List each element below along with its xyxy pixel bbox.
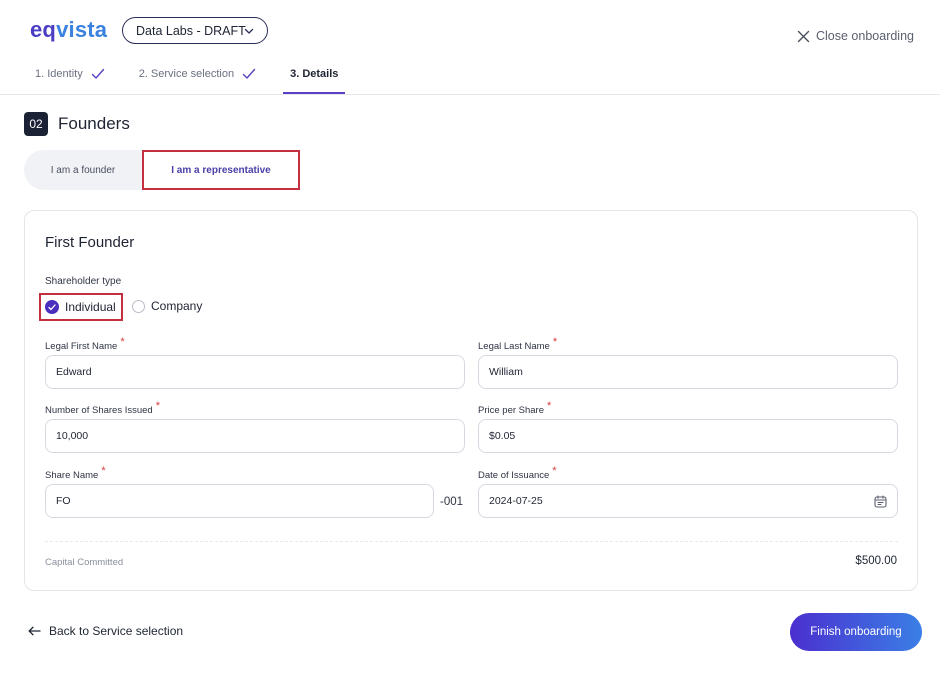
chevron-down-icon <box>244 28 254 34</box>
checked-radio-icon <box>45 300 59 314</box>
price-per-share-input[interactable]: $0.05 <box>478 419 898 453</box>
capital-committed-label: Capital Committed <box>45 557 124 568</box>
issuance-date-input[interactable]: 2024-07-25 <box>478 484 898 518</box>
shares-issued-label: Number of Shares Issued * <box>45 400 161 416</box>
company-select[interactable]: Data Labs - DRAFT <box>122 17 268 44</box>
first-name-input[interactable]: Edward <box>45 355 465 389</box>
section-number-badge: 02 <box>24 112 48 136</box>
founder-option[interactable]: I am a founder <box>24 150 142 190</box>
finish-onboarding-button[interactable]: Finish onboarding <box>790 613 922 651</box>
step-service-selection[interactable]: 2. Service selection <box>132 60 263 88</box>
step-identity[interactable]: 1. Identity <box>28 60 112 88</box>
checkmark-icon <box>91 68 104 79</box>
shareholder-type-label: Shareholder type <box>45 276 122 287</box>
unchecked-radio-icon <box>132 299 145 313</box>
card-title: First Founder <box>45 234 135 251</box>
app-header: eqvista Data Labs - DRAFT Close onboardi… <box>0 0 940 95</box>
individual-radio[interactable]: Individual <box>39 293 123 321</box>
close-icon <box>797 30 810 42</box>
company-label: Company <box>151 299 203 313</box>
capital-committed-value: $500.00 <box>855 555 897 567</box>
arrow-left-icon <box>28 626 41 636</box>
last-name-input[interactable]: William <box>478 355 898 389</box>
share-name-suffix: -001 <box>440 496 464 508</box>
founder-card: First Founder Shareholder type Individua… <box>24 210 918 591</box>
role-segmented-control: I am a founder I am a representative <box>24 150 300 190</box>
back-to-service-selection-link[interactable]: Back to Service selection <box>28 624 183 638</box>
close-onboarding-label: Close onboarding <box>816 29 914 43</box>
section-header: 02 Founders <box>24 112 130 136</box>
calendar-icon[interactable] <box>874 495 887 508</box>
eqvista-logo[interactable]: eqvista <box>30 17 107 43</box>
individual-label: Individual <box>65 300 116 314</box>
issuance-date-label: Date of Issuance * <box>478 465 557 481</box>
share-name-label: Share Name * <box>45 465 106 481</box>
checkmark-icon <box>242 68 256 79</box>
last-name-label: Legal Last Name * <box>478 336 558 352</box>
shares-issued-input[interactable]: 10,000 <box>45 419 465 453</box>
step-tabs: 1. Identity 2. Service selection 3. Deta… <box>28 60 365 94</box>
first-name-label: Legal First Name * <box>45 336 125 352</box>
company-radio[interactable]: Company <box>132 299 202 313</box>
company-select-value: Data Labs - DRAFT <box>136 23 246 38</box>
share-name-input[interactable]: FO <box>45 484 434 518</box>
card-divider <box>45 541 898 542</box>
section-title: Founders <box>58 114 130 133</box>
price-per-share-label: Price per Share * <box>478 400 552 416</box>
step-details[interactable]: 3. Details <box>283 60 346 94</box>
representative-option[interactable]: I am a representative <box>142 150 300 190</box>
close-onboarding-button[interactable]: Close onboarding <box>797 29 914 43</box>
